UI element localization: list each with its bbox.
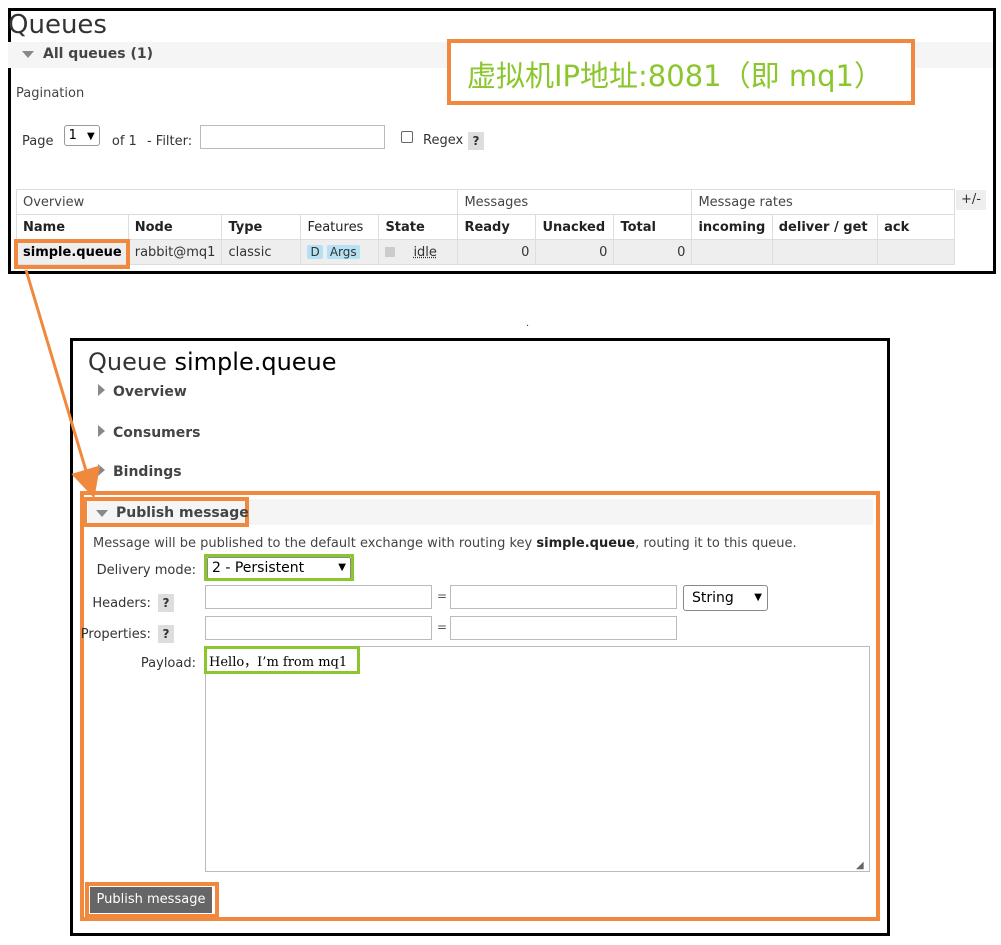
header-equals: = — [437, 589, 448, 603]
publish-message-button[interactable]: Publish message — [90, 887, 212, 913]
section-overview-label: Overview — [113, 384, 187, 400]
filter-input[interactable] — [200, 125, 385, 149]
property-key-input[interactable] — [205, 616, 432, 640]
properties-label: Properties: ? — [64, 625, 174, 643]
chevron-down-icon: ▼ — [754, 592, 762, 603]
page-select-value: 1 — [68, 128, 77, 143]
stray-dot: . — [526, 318, 530, 329]
resize-handle-icon[interactable]: ◢ — [856, 860, 864, 871]
column-header[interactable]: ack — [877, 214, 956, 240]
section-publish-message[interactable]: Publish message — [96, 505, 249, 521]
property-value-input[interactable] — [450, 616, 677, 640]
header-key-input[interactable] — [205, 585, 432, 609]
ack-rate — [877, 239, 956, 265]
chevron-right-icon — [98, 464, 105, 476]
property-equals: = — [437, 620, 448, 634]
chevron-down-icon — [96, 509, 108, 517]
section-bindings[interactable]: Bindings — [98, 464, 182, 480]
column-header[interactable]: Unacked — [535, 214, 615, 240]
feature-tag-durable[interactable]: D — [307, 244, 323, 259]
state-label: idle — [413, 244, 437, 260]
column-header[interactable]: Ready — [457, 214, 537, 240]
group-messages: Messages — [457, 189, 693, 215]
page-label: Page — [22, 134, 54, 149]
filter-label: - Filter: — [146, 134, 193, 149]
deliver-get-rate — [771, 239, 879, 265]
pagination-label: Pagination — [16, 86, 85, 101]
column-header[interactable]: deliver / get — [771, 214, 879, 240]
queue-title-prefix: Queue — [88, 348, 167, 376]
chevron-right-icon — [98, 384, 105, 396]
queue-node: rabbit@mq1 — [127, 239, 223, 265]
table-group-header-row: Overview Messages Message rates — [15, 189, 956, 215]
header-type-select[interactable]: String ▼ — [683, 585, 768, 611]
routing-key: simple.queue — [536, 536, 636, 551]
regex-checkbox[interactable] — [401, 131, 413, 143]
table-row[interactable]: simple.queue rabbit@mq1 classic D Args i… — [16, 239, 956, 265]
queue-title-name: simple.queue — [174, 348, 337, 376]
column-header[interactable]: Features — [300, 214, 380, 240]
section-bindings-label: Bindings — [113, 464, 182, 480]
header-value-input[interactable] — [450, 585, 677, 609]
properties-label-text: Properties: — [80, 627, 151, 642]
section-consumers-label: Consumers — [113, 425, 201, 441]
payload-label: Payload: — [140, 656, 196, 671]
pagination-controls: Page 1 ▼ of 1 - Filter: — [22, 125, 193, 149]
publish-description-start: Message will be published to the default… — [93, 536, 537, 551]
unacked-count: 0 — [535, 239, 615, 265]
publish-description-end: , routing it to this queue. — [635, 536, 797, 551]
headers-help-icon[interactable]: ? — [158, 594, 174, 612]
feature-tag-args[interactable]: Args — [326, 244, 360, 259]
page-select[interactable]: 1 ▼ — [63, 125, 100, 146]
ready-count: 0 — [457, 239, 537, 265]
queue-detail-title: Queue simple.queue — [88, 348, 337, 376]
ip-address-annotation: 虚拟机IP地址:8081（即 mq1） — [447, 39, 915, 105]
queue-features: D Args — [300, 239, 380, 265]
section-overview[interactable]: Overview — [98, 384, 187, 400]
queue-name-highlight — [14, 239, 130, 269]
column-header[interactable]: Type — [221, 214, 302, 240]
column-header[interactable]: incoming — [691, 214, 773, 240]
publish-description: Message will be published to the default… — [93, 536, 797, 551]
table-column-header-row: Name Node Type Features State Ready Unac… — [16, 214, 956, 240]
publish-section-label: Publish message — [116, 505, 249, 521]
headers-label-text: Headers: — [92, 596, 151, 611]
group-overview: Overview — [15, 189, 459, 215]
group-message-rates: Message rates — [691, 189, 956, 215]
total-count: 0 — [613, 239, 693, 265]
delivery-mode-highlight — [204, 554, 354, 581]
ip-annotation-text: 虚拟机IP地址:8081（即 mq1） — [467, 59, 883, 93]
chevron-down-icon — [22, 51, 34, 58]
regex-label: Regex — [423, 133, 464, 148]
page-count-label: of 1 — [111, 134, 137, 149]
regex-help-icon[interactable]: ? — [468, 132, 484, 150]
payload-highlight — [204, 646, 360, 674]
column-header[interactable]: State — [378, 214, 459, 240]
page-title: Queues — [8, 10, 107, 40]
queue-state: idle — [378, 239, 459, 265]
section-consumers[interactable]: Consumers — [98, 425, 200, 441]
column-header[interactable]: Node — [127, 214, 223, 240]
header-type-value: String — [692, 590, 734, 606]
column-header[interactable]: Name — [16, 214, 129, 240]
chevron-down-icon: ▼ — [87, 131, 95, 142]
incoming-rate — [691, 239, 773, 265]
column-header[interactable]: Total — [613, 214, 693, 240]
all-queues-label: All queues (1) — [43, 46, 153, 62]
properties-help-icon[interactable]: ? — [158, 625, 174, 643]
delivery-mode-label: Delivery mode: — [96, 563, 196, 578]
queues-table: Overview Messages Message rates Name Nod… — [15, 189, 956, 265]
column-toggle-button[interactable]: +/- — [956, 190, 986, 210]
chevron-right-icon — [98, 425, 105, 437]
payload-textarea[interactable] — [205, 646, 870, 872]
queue-type: classic — [221, 239, 302, 265]
headers-label: Headers: ? — [64, 594, 174, 612]
status-square-icon — [385, 247, 396, 257]
